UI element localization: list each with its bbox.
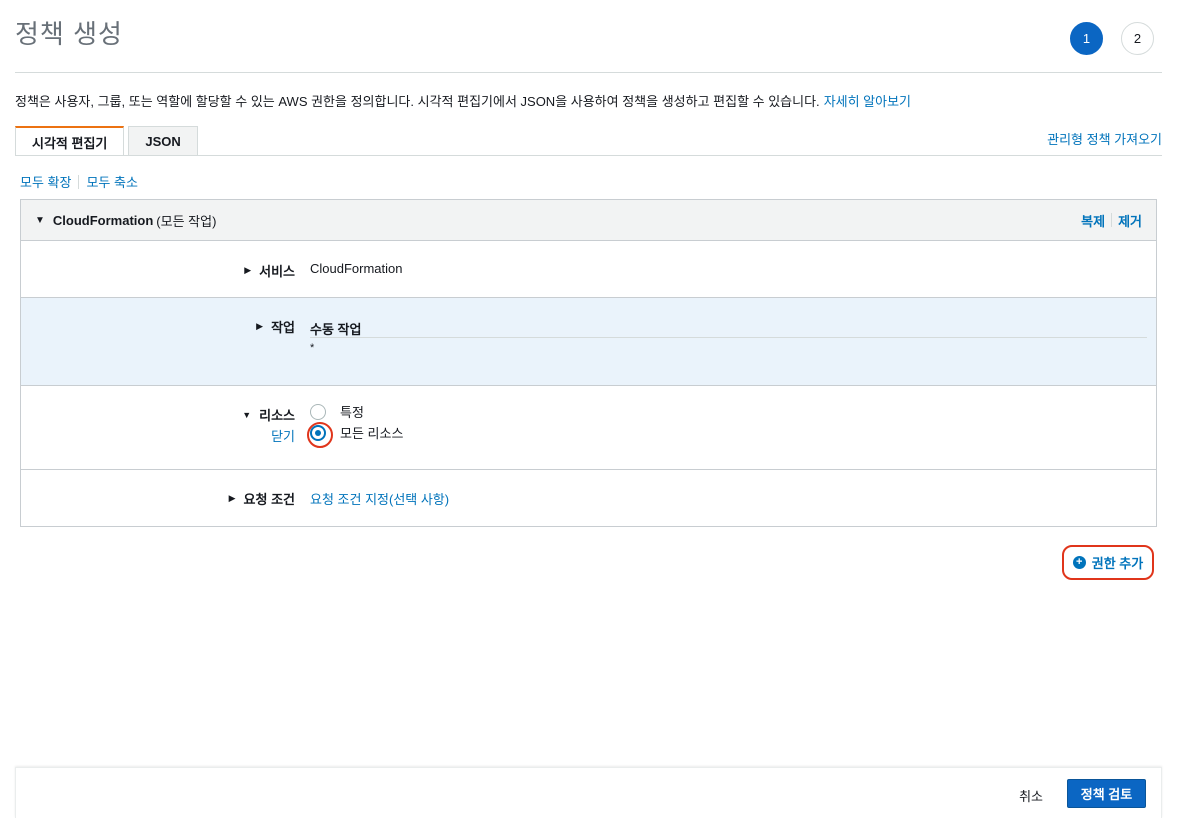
- resources-label-text: 리소스: [259, 408, 295, 423]
- page-title: 정책 생성: [15, 19, 123, 49]
- service-value: CloudFormation: [310, 261, 403, 276]
- cancel-link[interactable]: 취소: [1019, 786, 1043, 805]
- highlight-circle: [307, 421, 333, 448]
- action-separator: [1111, 213, 1113, 227]
- close-resources-link[interactable]: 닫기: [271, 426, 295, 445]
- service-row: ▶ 서비스 CloudFormation: [21, 241, 1156, 298]
- specify-conditions-link[interactable]: 요청 조건 지정(선택 사항): [310, 489, 449, 508]
- collapse-triangle-icon[interactable]: ▼: [242, 410, 251, 420]
- radio-specific-label: 특정: [340, 405, 364, 420]
- expand-triangle-icon[interactable]: ▶: [244, 265, 251, 276]
- expand-all-link[interactable]: 모두 확장: [20, 172, 71, 191]
- review-policy-button[interactable]: 정책 검토: [1067, 779, 1146, 808]
- tab-json[interactable]: JSON: [128, 126, 198, 155]
- conditions-label[interactable]: ▶ 요청 조건: [229, 489, 295, 508]
- collapse-all-link[interactable]: 모두 축소: [86, 172, 137, 191]
- resources-row: ▼ 리소스 닫기 특정 모든 리소스: [21, 386, 1156, 470]
- expand-collapse-links: 모두 확장 모두 축소: [20, 172, 138, 191]
- footer-bar: 취소 정책 검토: [15, 767, 1162, 818]
- expand-triangle-icon[interactable]: ▶: [229, 493, 236, 504]
- service-title: CloudFormation: [52, 212, 154, 228]
- radio-option-specific[interactable]: 특정: [310, 402, 364, 421]
- learn-more-link[interactable]: 자세히 알아보기: [824, 94, 911, 109]
- actions-label-text: 작업: [271, 320, 295, 335]
- policy-description: 정책은 사용자, 그룹, 또는 역할에 할당할 수 있는 AWS 권한을 정의합…: [15, 91, 911, 110]
- title-divider: [15, 72, 1162, 73]
- permission-block: ▼ CloudFormation (모든 작업) 복제 제거 ▶ 서비스 Clo…: [20, 199, 1157, 527]
- radio-all-resources-label: 모든 리소스: [340, 426, 404, 441]
- radio-option-all-resources[interactable]: 모든 리소스: [307, 421, 404, 448]
- service-label[interactable]: ▶ 서비스: [244, 261, 295, 280]
- actions-row: ▶ 작업 수동 작업 *: [21, 298, 1156, 386]
- tabs-divider: [15, 155, 1162, 156]
- add-permissions-button[interactable]: + 권한 추가: [1062, 545, 1154, 580]
- step-1-indicator: 1: [1070, 22, 1103, 55]
- conditions-row: ▶ 요청 조건 요청 조건 지정(선택 사항): [21, 470, 1156, 527]
- add-permissions-label: 권한 추가: [1091, 556, 1144, 571]
- resources-label[interactable]: ▼ 리소스: [242, 405, 295, 424]
- block-actions: 복제 제거: [1081, 211, 1142, 230]
- expand-triangle-icon[interactable]: ▶: [256, 321, 263, 332]
- clone-link[interactable]: 복제: [1081, 211, 1105, 230]
- radio-specific[interactable]: [310, 403, 326, 420]
- plus-circle-icon: +: [1072, 556, 1086, 569]
- editor-tabs: 시각적 편집기 JSON: [15, 126, 202, 156]
- radio-all-resources[interactable]: [307, 421, 333, 448]
- remove-link[interactable]: 제거: [1118, 211, 1142, 230]
- collapse-triangle-icon[interactable]: ▼: [35, 215, 45, 226]
- actions-label[interactable]: ▶ 작업: [256, 317, 295, 336]
- import-managed-policy-link[interactable]: 관리형 정책 가져오기: [1047, 129, 1162, 148]
- step-2-indicator: 2: [1121, 22, 1154, 55]
- conditions-label-text: 요청 조건: [243, 492, 295, 507]
- service-title-scope: (모든 작업): [156, 213, 217, 229]
- actions-detail: *: [310, 342, 315, 354]
- actions-value: 수동 작업: [310, 322, 362, 337]
- tab-visual-editor[interactable]: 시각적 편집기: [15, 126, 125, 156]
- service-label-text: 서비스: [259, 264, 295, 279]
- description-text: 정책은 사용자, 그룹, 또는 역할에 할당할 수 있는 AWS 권한을 정의합…: [15, 94, 820, 109]
- actions-divider: [310, 337, 1147, 338]
- permission-block-header[interactable]: ▼ CloudFormation (모든 작업) 복제 제거: [21, 200, 1156, 241]
- link-separator: [78, 174, 80, 189]
- wizard-steps: 1 2: [1070, 22, 1154, 55]
